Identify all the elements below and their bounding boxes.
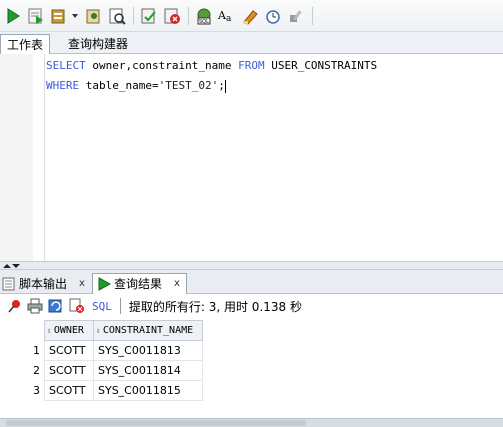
editor-gutter	[0, 54, 33, 261]
panel-splitter[interactable]	[0, 261, 503, 270]
result-toolbar: SQL 提取的所有行: 3, 用时 0.138 秒	[0, 294, 503, 318]
collapse-up-icon[interactable]	[3, 264, 11, 268]
sql-tuning-icon[interactable]: SQL	[194, 6, 214, 26]
row-number: 1	[0, 340, 45, 361]
column-header-constraint-name[interactable]: ⇕ CONSTRAINT_NAME	[93, 320, 203, 341]
svg-text:a: a	[226, 14, 232, 24]
string-literal: 'TEST_02'	[158, 79, 219, 92]
tab-script-output-label: 脚本输出	[19, 276, 68, 291]
clear-icon[interactable]	[240, 6, 260, 26]
close-icon[interactable]: x	[79, 274, 85, 294]
table-row[interactable]: 1 SCOTT SYS_C0011813	[0, 340, 203, 361]
condition: table_name=	[79, 79, 159, 92]
run-statement-icon[interactable]	[3, 6, 23, 26]
table-name: USER_CONSTRAINTS	[264, 59, 378, 72]
cancel-fetch-icon[interactable]	[69, 298, 85, 314]
result-grid: ⇕ OWNER ⇕ CONSTRAINT_NAME 1 SCOTT SYS_C001…	[0, 320, 203, 401]
keyword-where: WHERE	[46, 79, 80, 92]
print-icon[interactable]	[27, 298, 43, 314]
column-header-label: OWNER	[53, 325, 84, 336]
svg-text:SQL: SQL	[199, 19, 209, 25]
run-result-icon	[98, 277, 111, 291]
run-script-icon[interactable]	[26, 6, 46, 26]
column-list: owner,constraint_name	[85, 59, 239, 72]
chevron-down-icon[interactable]	[72, 13, 78, 18]
autotrace-icon[interactable]	[107, 6, 127, 26]
tab-query-result-label: 查询结果	[114, 277, 163, 291]
table-row[interactable]: 2 SCOTT SYS_C0011814	[0, 360, 203, 381]
cell-owner[interactable]: SCOTT	[44, 340, 94, 361]
collapse-down-icon[interactable]	[12, 264, 20, 268]
rollback-icon[interactable]	[162, 6, 182, 26]
column-header-owner[interactable]: ⇕ OWNER	[44, 320, 94, 341]
statement-terminator: ;	[218, 79, 225, 92]
tab-worksheet[interactable]: 工作表	[0, 34, 51, 54]
tab-query-result[interactable]: 查询结果 x	[92, 273, 187, 294]
script-output-icon	[2, 277, 15, 290]
explain-plan-icon[interactable]	[84, 6, 104, 26]
toolbar-separator	[312, 6, 313, 25]
result-tab-bar: 脚本输出 x 查询结果 x	[0, 270, 503, 294]
sort-icon[interactable]: ⇕	[96, 326, 101, 335]
grid-corner	[0, 320, 45, 341]
pin-icon[interactable]	[6, 298, 22, 314]
code-line-2: WHERE table_name='TEST_02';	[46, 79, 226, 93]
close-icon[interactable]: x	[174, 274, 180, 294]
toolbar-separator	[133, 6, 134, 25]
tools-icon[interactable]	[286, 6, 306, 26]
grid-header-row: ⇕ OWNER ⇕ CONSTRAINT_NAME	[0, 320, 203, 341]
refresh-icon[interactable]	[48, 298, 64, 314]
editor-tab-bar: 工作表 查询构建器	[0, 32, 503, 54]
fetch-status: 提取的所有行: 3, 用时 0.138 秒	[128, 299, 302, 314]
keyword-select: SELECT	[46, 59, 86, 72]
cell-constraint-name[interactable]: SYS_C0011813	[93, 340, 203, 361]
column-header-label: CONSTRAINT_NAME	[102, 325, 194, 336]
uppercase-icon[interactable]: Aa	[217, 6, 237, 26]
commit-icon[interactable]	[49, 6, 69, 26]
commit-transaction-icon[interactable]	[139, 6, 159, 26]
cell-constraint-name[interactable]: SYS_C0011815	[93, 380, 203, 401]
row-number: 2	[0, 360, 45, 381]
editor-margin-line	[44, 54, 45, 261]
sql-button[interactable]: SQL	[92, 300, 112, 313]
toolbar-separator	[188, 6, 189, 25]
table-row[interactable]: 3 SCOTT SYS_C0011815	[0, 380, 203, 401]
cell-owner[interactable]: SCOTT	[44, 380, 94, 401]
horizontal-scrollbar[interactable]	[0, 418, 503, 427]
keyword-from: FROM	[238, 59, 265, 72]
text-caret	[224, 79, 226, 93]
main-toolbar: SQL Aa	[0, 0, 503, 32]
code-line-1: SELECT owner,constraint_name FROM USER_C…	[46, 59, 377, 72]
tab-script-output[interactable]: 脚本输出 x	[2, 273, 85, 294]
row-number: 3	[0, 380, 45, 401]
toolbar-separator	[119, 298, 121, 314]
cell-constraint-name[interactable]: SYS_C0011814	[93, 360, 203, 381]
tab-query-builder[interactable]: 查询构建器	[62, 34, 134, 54]
sort-icon[interactable]: ⇕	[47, 326, 52, 335]
sql-editor[interactable]: SELECT owner,constraint_name FROM USER_C…	[0, 54, 503, 261]
scrollbar-thumb[interactable]	[6, 420, 306, 426]
cell-owner[interactable]: SCOTT	[44, 360, 94, 381]
history-icon[interactable]	[263, 6, 283, 26]
